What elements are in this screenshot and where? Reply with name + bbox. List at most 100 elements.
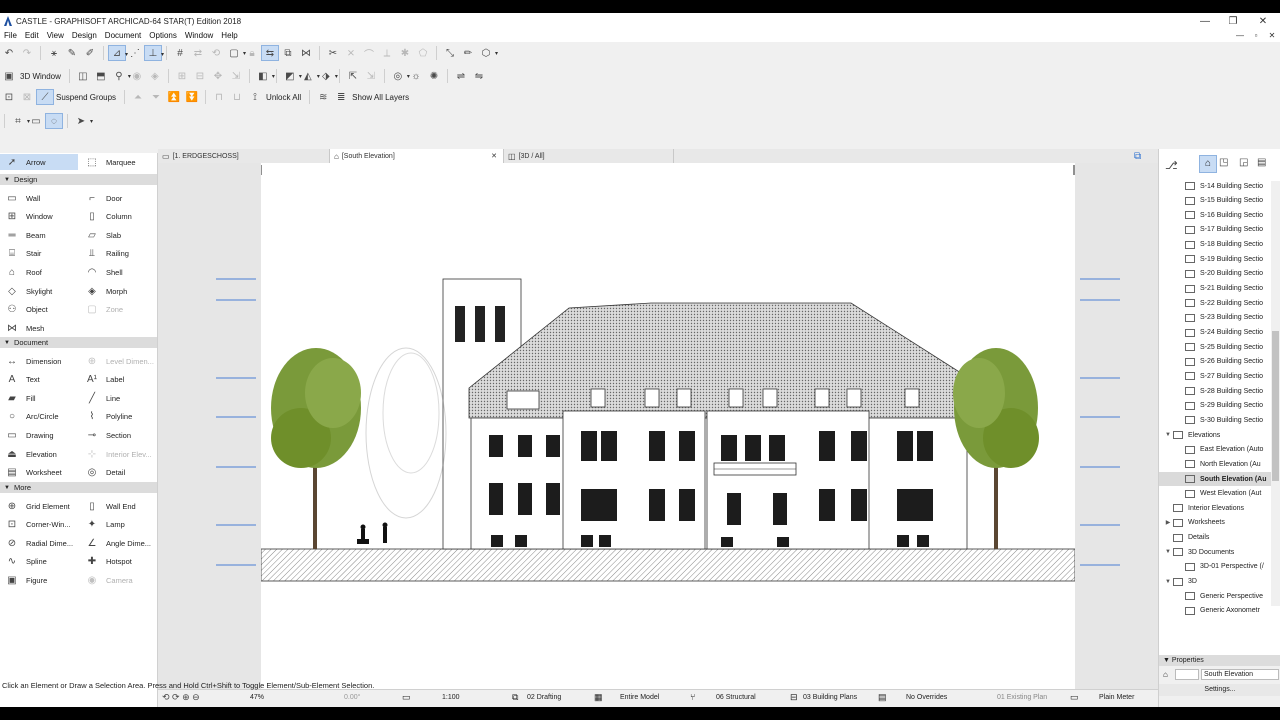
mirror-icon[interactable]: ⇄ [189, 45, 207, 61]
radial-dime-tool[interactable]: ⊘ Radial Dime... [4, 535, 73, 551]
compare-icon[interactable]: ⧉ [279, 45, 297, 61]
figure-tool[interactable]: ▣ Figure [4, 572, 47, 588]
hide-layer-icon[interactable]: ≋ [314, 89, 332, 105]
section-item[interactable]: S-22 Building Sectio [1159, 296, 1273, 310]
tab-list-icon[interactable]: ⧉ [1130, 149, 1158, 163]
redo-icon[interactable]: ↷ [18, 45, 36, 61]
navigator-mode-icon[interactable]: ⎇ [1165, 159, 1178, 172]
zoom-tools-icon[interactable]: ⟲ ⟳ ⊕ ⊖ [162, 690, 200, 704]
layout-book-icon[interactable]: ◲ [1239, 157, 1248, 168]
section-cut-icon[interactable]: ◩ [281, 68, 302, 84]
sun-icon[interactable]: ✺ [425, 68, 443, 84]
zone-tool[interactable]: ▢ Zone [84, 302, 123, 318]
lock-element-icon[interactable]: ⊓ [210, 89, 228, 105]
rotated-rect-icon[interactable]: ◌ [45, 113, 63, 129]
shell-tool[interactable]: ◠ Shell [84, 264, 123, 280]
orbit-icon[interactable]: ◉ [128, 68, 146, 84]
expand-icon[interactable]: ▼ [1163, 432, 1173, 438]
wall-end-tool[interactable]: ▯ Wall End [84, 498, 136, 514]
object-tool[interactable]: ⚇ Object [4, 302, 48, 318]
section-item[interactable]: S-27 Building Sectio [1159, 369, 1273, 383]
railing-tool[interactable]: ⫫ Railing [84, 246, 129, 262]
teamwork-icon[interactable]: ⇌ [452, 68, 470, 84]
edit-icon[interactable]: ✏ [459, 45, 477, 61]
geometry-method-icon[interactable]: ▭ [27, 113, 48, 129]
id-field[interactable] [1175, 669, 1199, 680]
dimension-value[interactable]: Plain Meter [1099, 690, 1134, 704]
mesh-tool[interactable]: ⋈ Mesh [4, 320, 44, 336]
align-icon[interactable]: ⊞ [173, 68, 191, 84]
box-icon[interactable]: ◫ [74, 68, 92, 84]
elevate-icon[interactable]: ⇱ [344, 68, 362, 84]
fill-tool[interactable]: ▰ Fill [4, 390, 35, 406]
column-tool[interactable]: ▯ Column [84, 209, 132, 225]
suspend-groups-icon[interactable]: ⟋ [36, 89, 54, 105]
cube-icon[interactable]: ⬒ [92, 68, 110, 84]
show-all-layers-icon[interactable]: ≣ [332, 89, 350, 105]
resize-icon[interactable]: ⤡ [441, 45, 459, 61]
undo-icon[interactable]: ↶ [0, 45, 18, 61]
section-item[interactable]: S-28 Building Sectio [1159, 384, 1273, 398]
section-item[interactable]: S-30 Building Sectio [1159, 413, 1273, 427]
menu-file[interactable]: File [0, 31, 21, 40]
3d-documents-folder[interactable]: ▼ 3D Documents [1159, 545, 1273, 559]
elevation-item[interactable]: South Elevation (Au [1159, 472, 1273, 486]
curtain-icon[interactable]: ⬠ [414, 45, 432, 61]
polygon-method-icon[interactable]: ⌗ [9, 113, 30, 129]
slab-tool[interactable]: ▱ Slab [84, 227, 121, 243]
mdi-minimize-button[interactable]: — [1232, 29, 1248, 42]
skylight-tool[interactable]: ◇ Skylight [4, 283, 52, 299]
detail-tool[interactable]: ◎ Detail [84, 465, 126, 481]
gravity-icon[interactable]: ⊥ [144, 45, 164, 61]
interior-elev-tool[interactable]: ⊹ Interior Elev... [84, 446, 152, 462]
inject-icon[interactable]: ✐ [81, 45, 99, 61]
layer-combination[interactable]: 02 Drafting [527, 690, 561, 704]
menu-edit[interactable]: Edit [21, 31, 43, 40]
project-map-icon[interactable]: ⌂ [1199, 155, 1217, 173]
expand-icon[interactable]: ▶ [1163, 519, 1173, 526]
corner-win-tool[interactable]: ⊡ Corner-Win... [4, 517, 71, 533]
section-tool[interactable]: ⊸ Section [84, 427, 131, 443]
render-icon[interactable]: ☼ [407, 68, 425, 84]
cursor-icon[interactable]: ➤ [72, 113, 93, 129]
axonometry-item[interactable]: Generic Axonometr [1159, 604, 1273, 618]
send-backward-icon[interactable]: ⏷ [147, 89, 165, 105]
section-item[interactable]: S-25 Building Sectio [1159, 340, 1273, 354]
camera-icon[interactable]: ◎ [389, 68, 410, 84]
unlock-element-icon[interactable]: ⊔ [228, 89, 246, 105]
layer-icon[interactable]: ◧ [254, 68, 275, 84]
cutaway-icon[interactable]: ◭ [299, 68, 320, 84]
settings-button[interactable]: Settings... [1159, 684, 1280, 696]
minimize-button[interactable]: — [1190, 13, 1220, 29]
group-design[interactable]: ▼ Design [0, 174, 157, 185]
drawing-tool[interactable]: ▭ Drawing [4, 427, 53, 443]
fillet-icon[interactable]: ⌒ [360, 45, 378, 61]
interior-elevations-folder[interactable]: Interior Elevations [1159, 501, 1273, 515]
menu-design[interactable]: Design [68, 31, 101, 40]
section-item[interactable]: S-26 Building Sectio [1159, 355, 1273, 369]
grid-element-tool[interactable]: ⊕ Grid Element [4, 498, 70, 514]
3d-window-label[interactable]: 3D Window [20, 72, 61, 81]
fly-icon[interactable]: ◈ [146, 68, 164, 84]
marquee-tool[interactable]: ⬚ Marquee [84, 154, 135, 170]
explode-icon[interactable]: ✱ [396, 45, 414, 61]
door-tool[interactable]: ⌐ Door [84, 190, 122, 206]
unlock-all-label[interactable]: Unlock All [266, 93, 301, 102]
lamp-tool[interactable]: ✦ Lamp [84, 517, 125, 533]
menu-view[interactable]: View [43, 31, 68, 40]
send-receive-icon[interactable]: ⇋ [470, 68, 488, 84]
roof-tool[interactable]: ⌂ Roof [4, 264, 42, 280]
menu-window[interactable]: Window [181, 31, 217, 40]
maximize-button[interactable]: ❐ [1218, 13, 1248, 29]
elevate-2-icon[interactable]: ⇲ [362, 68, 380, 84]
section-item[interactable]: S-20 Building Sectio [1159, 267, 1273, 281]
mdi-restore-button[interactable]: ▫ [1248, 29, 1264, 42]
menu-help[interactable]: Help [217, 31, 241, 40]
window-tool[interactable]: ⊞ Window [4, 209, 53, 225]
line-tool[interactable]: ╱ Line [84, 390, 120, 406]
send-back-icon[interactable]: ⏬ [183, 89, 201, 105]
zoom-value[interactable]: 47% [250, 690, 264, 704]
explode-3d-icon[interactable]: ⬗ [317, 68, 338, 84]
elevation-item[interactable]: West Elevation (Aut [1159, 487, 1273, 501]
text-tool[interactable]: A Text [4, 372, 40, 388]
